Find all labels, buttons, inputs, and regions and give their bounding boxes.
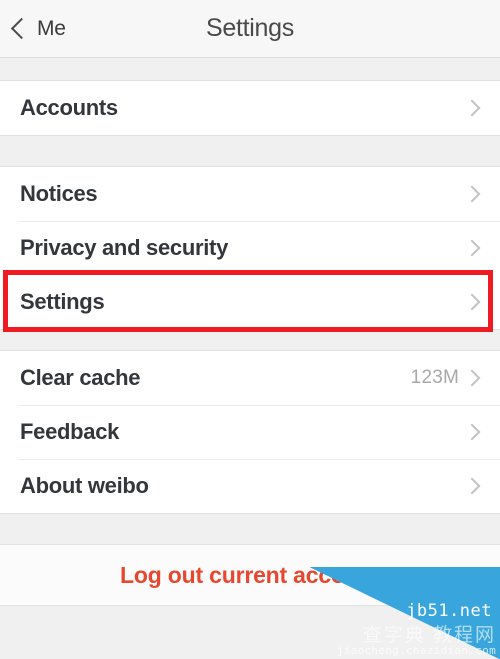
- highlighted-row-wrapper: Settings: [0, 270, 500, 332]
- row-label: Notices: [20, 181, 98, 206]
- watermark-url-text: jiaocheng.chazidian.com: [336, 644, 496, 657]
- settings-row-settings[interactable]: Settings: [0, 275, 500, 329]
- section-support: Clear cache 123M Feedback About weibo: [0, 350, 500, 514]
- section-gap-3: [0, 514, 500, 544]
- row-label: About weibo: [20, 473, 149, 498]
- settings-row-accounts[interactable]: Accounts: [0, 81, 500, 135]
- chevron-right-icon: [463, 423, 481, 441]
- chevron-right-icon: [463, 477, 481, 495]
- chevron-right-icon: [463, 369, 481, 387]
- section-gap-1: [0, 136, 500, 166]
- section-gap-top: [0, 58, 500, 80]
- settings-row-privacy-and-security[interactable]: Privacy and security: [0, 221, 500, 275]
- settings-row-clear-cache[interactable]: Clear cache 123M: [0, 351, 500, 405]
- section-accounts: Accounts: [0, 80, 500, 136]
- logout-button-label: Log out current account: [120, 561, 380, 588]
- row-label: Settings: [20, 289, 105, 314]
- page-title: Settings: [206, 14, 294, 42]
- chevron-right-icon: [463, 239, 481, 257]
- settings-row-notices[interactable]: Notices: [0, 167, 500, 221]
- chevron-right-icon: [463, 185, 481, 203]
- section-gap-2: [0, 330, 500, 350]
- logout-button[interactable]: Log out current account: [0, 544, 500, 606]
- section-general: Notices Privacy and security Settings: [0, 166, 500, 332]
- row-label: Privacy and security: [20, 235, 229, 260]
- footer-gap: [0, 606, 500, 645]
- settings-list: Accounts Notices Privacy and security Se…: [0, 58, 500, 645]
- cache-size-value: 123M: [410, 367, 459, 388]
- settings-row-about-weibo[interactable]: About weibo: [0, 459, 500, 513]
- row-label: Accounts: [20, 95, 118, 120]
- chevron-right-icon: [463, 99, 481, 117]
- chevron-right-icon: [463, 293, 481, 311]
- row-label: Clear cache: [20, 365, 141, 390]
- settings-screen: Me Settings Accounts Notices Privacy and…: [0, 0, 500, 659]
- row-label: Feedback: [20, 419, 120, 444]
- settings-row-feedback[interactable]: Feedback: [0, 405, 500, 459]
- navigation-bar: Me Settings: [0, 0, 500, 58]
